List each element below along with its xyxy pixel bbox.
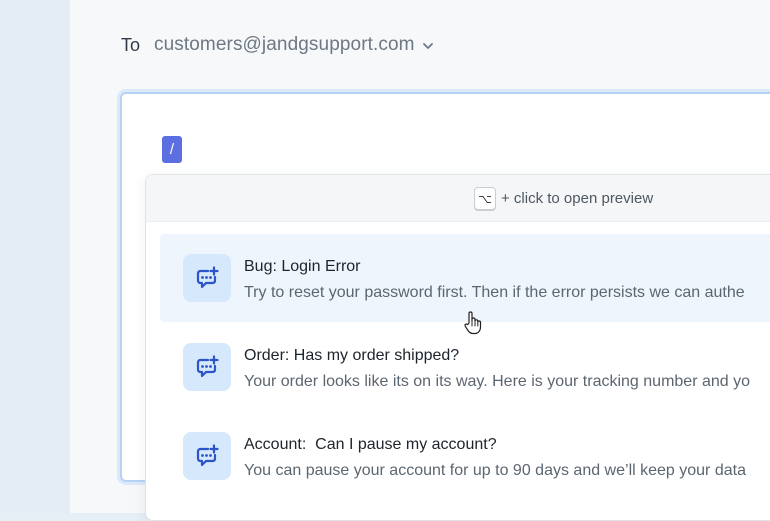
slash-command-chip: / bbox=[162, 136, 182, 163]
hand-pointer-cursor-icon bbox=[462, 310, 486, 336]
snippet-item-login-error[interactable]: Bug: Login Error Try to reset your passw… bbox=[160, 234, 770, 322]
chevron-down-icon[interactable] bbox=[422, 40, 435, 53]
snippet-description: Your order looks like its on its way. He… bbox=[244, 373, 751, 390]
left-sidebar bbox=[0, 0, 70, 513]
snippet-description: You can pause your account for up to 90 … bbox=[244, 462, 746, 479]
popup-header: ⌥ + click to open preview bbox=[146, 175, 770, 222]
snippet-item-pause-account[interactable]: Account: Can I pause my account? You can… bbox=[160, 412, 770, 500]
recipient-email-select[interactable]: customers@jandgsupport.com bbox=[154, 34, 415, 56]
snippet-description: Try to reset your password first. Then i… bbox=[244, 284, 745, 301]
chat-plus-icon bbox=[183, 432, 231, 480]
snippet-picker-popup: ⌥ + click to open preview Bug: Login Err… bbox=[145, 174, 770, 521]
option-key-badge: ⌥ bbox=[474, 187, 496, 210]
snippet-title: Order: Has my order shipped? bbox=[244, 347, 460, 364]
chat-plus-icon bbox=[183, 343, 231, 391]
preview-hint: + click to open preview bbox=[501, 190, 654, 207]
snippet-item-order-shipped[interactable]: Order: Has my order shipped? Your order … bbox=[160, 323, 770, 411]
recipient-row: To customers@jandgsupport.com bbox=[121, 30, 435, 60]
chat-plus-icon bbox=[183, 254, 231, 302]
snippet-title: Bug: Login Error bbox=[244, 258, 361, 275]
to-label: To bbox=[121, 34, 141, 55]
snippet-title: Account: Can I pause my account? bbox=[244, 436, 497, 453]
